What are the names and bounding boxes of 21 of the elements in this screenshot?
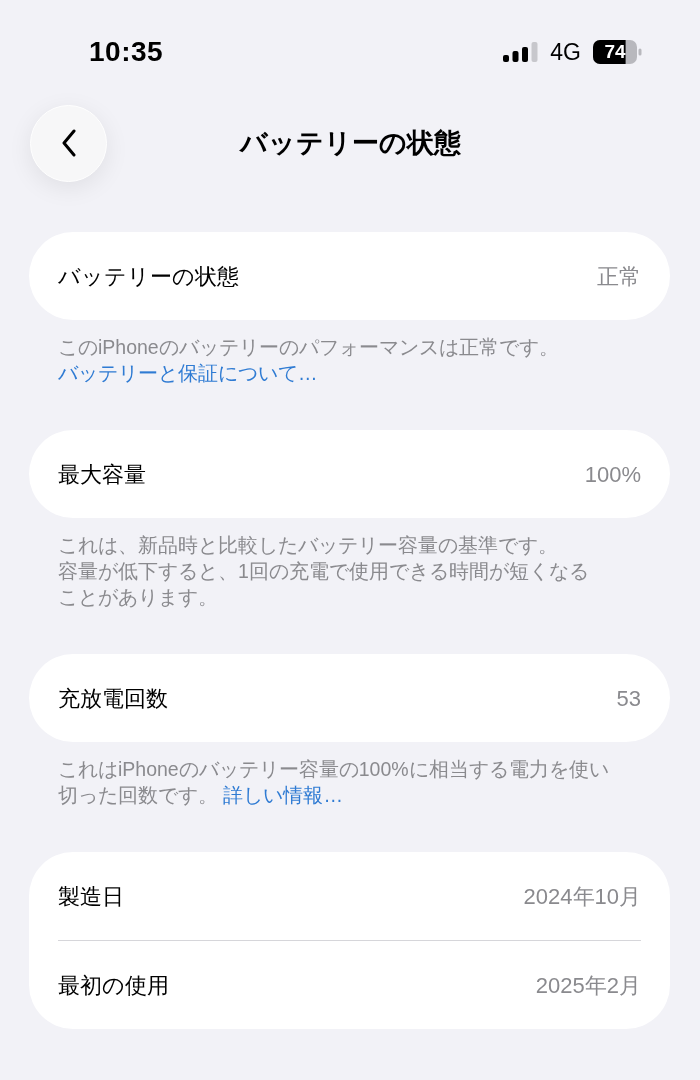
row-label: 製造日 — [58, 882, 124, 911]
row-value: 53 — [616, 684, 641, 713]
row-value: 正常 — [597, 262, 641, 291]
info-link[interactable]: 詳しい情報… — [223, 784, 343, 806]
chevron-left-icon — [60, 129, 77, 157]
row-value: 100% — [584, 460, 641, 489]
row-value: 2025年2月 — [535, 971, 641, 1000]
footer-text: これは、新品時と比較したバッテリー容量の基準です。容量が低下すると、1回の充電で使用できる時間が短くなることがあります。 — [57, 533, 590, 610]
footer-text: これはiPhoneのバッテリー容量の100%に相当する電力を使い切った回数です。 詳しい情報… — [57, 757, 610, 808]
info-link[interactable]: バッテリーと保証について… — [58, 362, 318, 384]
signal-icon — [503, 42, 539, 62]
row-label: 最初の使用 — [58, 971, 169, 1000]
page-title: バッテリーの状態 — [239, 126, 461, 160]
footer-text: このiPhoneのバッテリーのパフォーマンスは正常です。 バッテリーと保証について… — [57, 335, 560, 386]
row-label: 最大容量 — [58, 460, 146, 489]
row-label: バッテリーの状態 — [58, 262, 239, 291]
status-time: 10:35 — [89, 35, 164, 69]
battery-indicator: 74 — [593, 40, 642, 64]
row-value: 2024年10月 — [523, 882, 641, 911]
network-type: 4G — [550, 37, 581, 67]
row-label: 充放電回数 — [58, 684, 168, 713]
